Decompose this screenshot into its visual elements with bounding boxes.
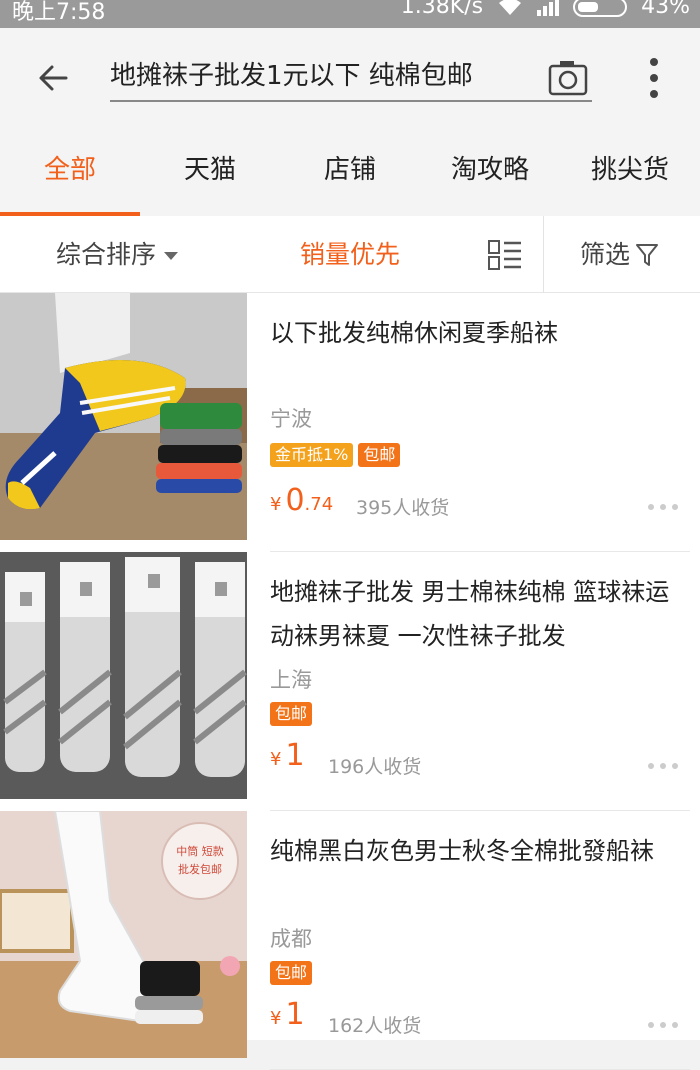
funnel-icon [636, 243, 659, 266]
tab-tmall[interactable]: 天猫 [140, 128, 280, 216]
list-layout-icon[interactable] [488, 240, 522, 270]
sort-bar: 综合排序 销量优先 筛选 [0, 216, 700, 293]
product-location: 成都 [270, 927, 312, 951]
product-list: 以下批发纯棉休闲夏季船袜 宁波 金币抵1% 包邮 ¥0.74 395人收货 地摊… [0, 293, 700, 1070]
category-tabs: 全部 天猫 店铺 淘攻略 挑尖货 [0, 128, 700, 216]
caret-down-icon [164, 252, 179, 260]
product-price: ¥1 [270, 738, 305, 773]
free-shipping-badge: 包邮 [270, 961, 313, 985]
price-integer: 0 [285, 483, 305, 518]
free-shipping-badge: 包邮 [358, 443, 401, 467]
currency-symbol: ¥ [270, 749, 282, 770]
search-header: 地摊袜子批发1元以下 纯棉包邮 [0, 28, 700, 128]
more-options-icon[interactable] [648, 1022, 678, 1030]
filter-label: 筛选 [580, 240, 631, 269]
product-title[interactable]: 纯棉黑白灰色男士秋冬全棉批發船袜 [270, 829, 670, 873]
tab-premium[interactable]: 挑尖货 [560, 128, 700, 216]
tab-guides[interactable]: 淘攻略 [420, 128, 560, 216]
product-location: 上海 [270, 668, 312, 692]
camera-icon[interactable] [548, 60, 588, 96]
price-decimal: .74 [304, 494, 334, 515]
product-title[interactable]: 以下批发纯棉休闲夏季船袜 [270, 311, 670, 355]
product-info: 纯棉黑白灰色男士秋冬全棉批發船袜 成都 包邮 ¥1 162人收货 [270, 811, 690, 1070]
wifi-icon [499, 0, 522, 15]
status-bar: 晚上7:58 1.38K/s 43% [0, 0, 700, 28]
product-badges: 包邮 [270, 961, 313, 985]
currency-symbol: ¥ [270, 1008, 282, 1029]
product-location: 宁波 [270, 407, 312, 431]
product-title[interactable]: 地摊袜子批发 男士棉袜纯棉 篮球袜运动袜男袜夏 一次性袜子批发 [270, 570, 670, 658]
sort-sales-button[interactable]: 销量优先 [300, 216, 400, 293]
price-integer: 1 [285, 997, 305, 1032]
product-price: ¥0.74 [270, 483, 333, 518]
product-item[interactable]: 地摊袜子批发 男士棉袜纯棉 篮球袜运动袜男袜夏 一次性袜子批发 上海 包邮 ¥1… [0, 552, 700, 811]
battery-icon [573, 0, 628, 17]
product-price: ¥1 [270, 997, 305, 1032]
thumb-text-1: 中筒 短款 [176, 844, 224, 858]
product-image: 中筒 短款 批发包邮 [0, 811, 247, 1058]
sort-default-button[interactable]: 综合排序 [56, 216, 179, 293]
status-time: 晚上7:58 [12, 0, 106, 25]
sold-count: 196人收货 [328, 756, 422, 778]
product-info: 地摊袜子批发 男士棉袜纯棉 篮球袜运动袜男袜夏 一次性袜子批发 上海 包邮 ¥1… [270, 552, 690, 811]
price-integer: 1 [285, 738, 305, 773]
product-badges: 包邮 [270, 702, 313, 726]
network-speed: 1.38K/s [400, 0, 484, 19]
tab-all[interactable]: 全部 [0, 128, 140, 216]
back-arrow-icon[interactable] [36, 58, 76, 98]
filter-button[interactable]: 筛选 [580, 216, 659, 293]
tab-shops[interactable]: 店铺 [280, 128, 420, 216]
more-vertical-icon[interactable] [644, 56, 664, 100]
sold-count: 162人收货 [328, 1015, 422, 1037]
signal-icon [537, 0, 560, 16]
more-options-icon[interactable] [648, 763, 678, 771]
product-image [0, 552, 247, 799]
product-item[interactable]: 以下批发纯棉休闲夏季船袜 宁波 金币抵1% 包邮 ¥0.74 395人收货 [0, 293, 700, 552]
sort-default-label: 综合排序 [56, 240, 157, 269]
currency-symbol: ¥ [270, 494, 282, 515]
coin-discount-badge: 金币抵1% [270, 443, 354, 467]
product-image [0, 293, 247, 540]
product-item[interactable]: 中筒 短款 批发包邮 纯棉黑白灰色男士秋冬全棉批發船袜 成都 包邮 ¥1 162… [0, 811, 700, 1070]
product-info: 以下批发纯棉休闲夏季船袜 宁波 金币抵1% 包邮 ¥0.74 395人收货 [270, 293, 690, 552]
sort-divider [543, 216, 544, 293]
thumb-text-2: 批发包邮 [178, 862, 222, 876]
more-options-icon[interactable] [648, 504, 678, 512]
sold-count: 395人收货 [356, 497, 450, 519]
battery-level: 43% [641, 0, 690, 19]
product-badges: 金币抵1% 包邮 [270, 443, 401, 467]
free-shipping-badge: 包邮 [270, 702, 313, 726]
search-input[interactable]: 地摊袜子批发1元以下 纯棉包邮 [110, 56, 592, 102]
